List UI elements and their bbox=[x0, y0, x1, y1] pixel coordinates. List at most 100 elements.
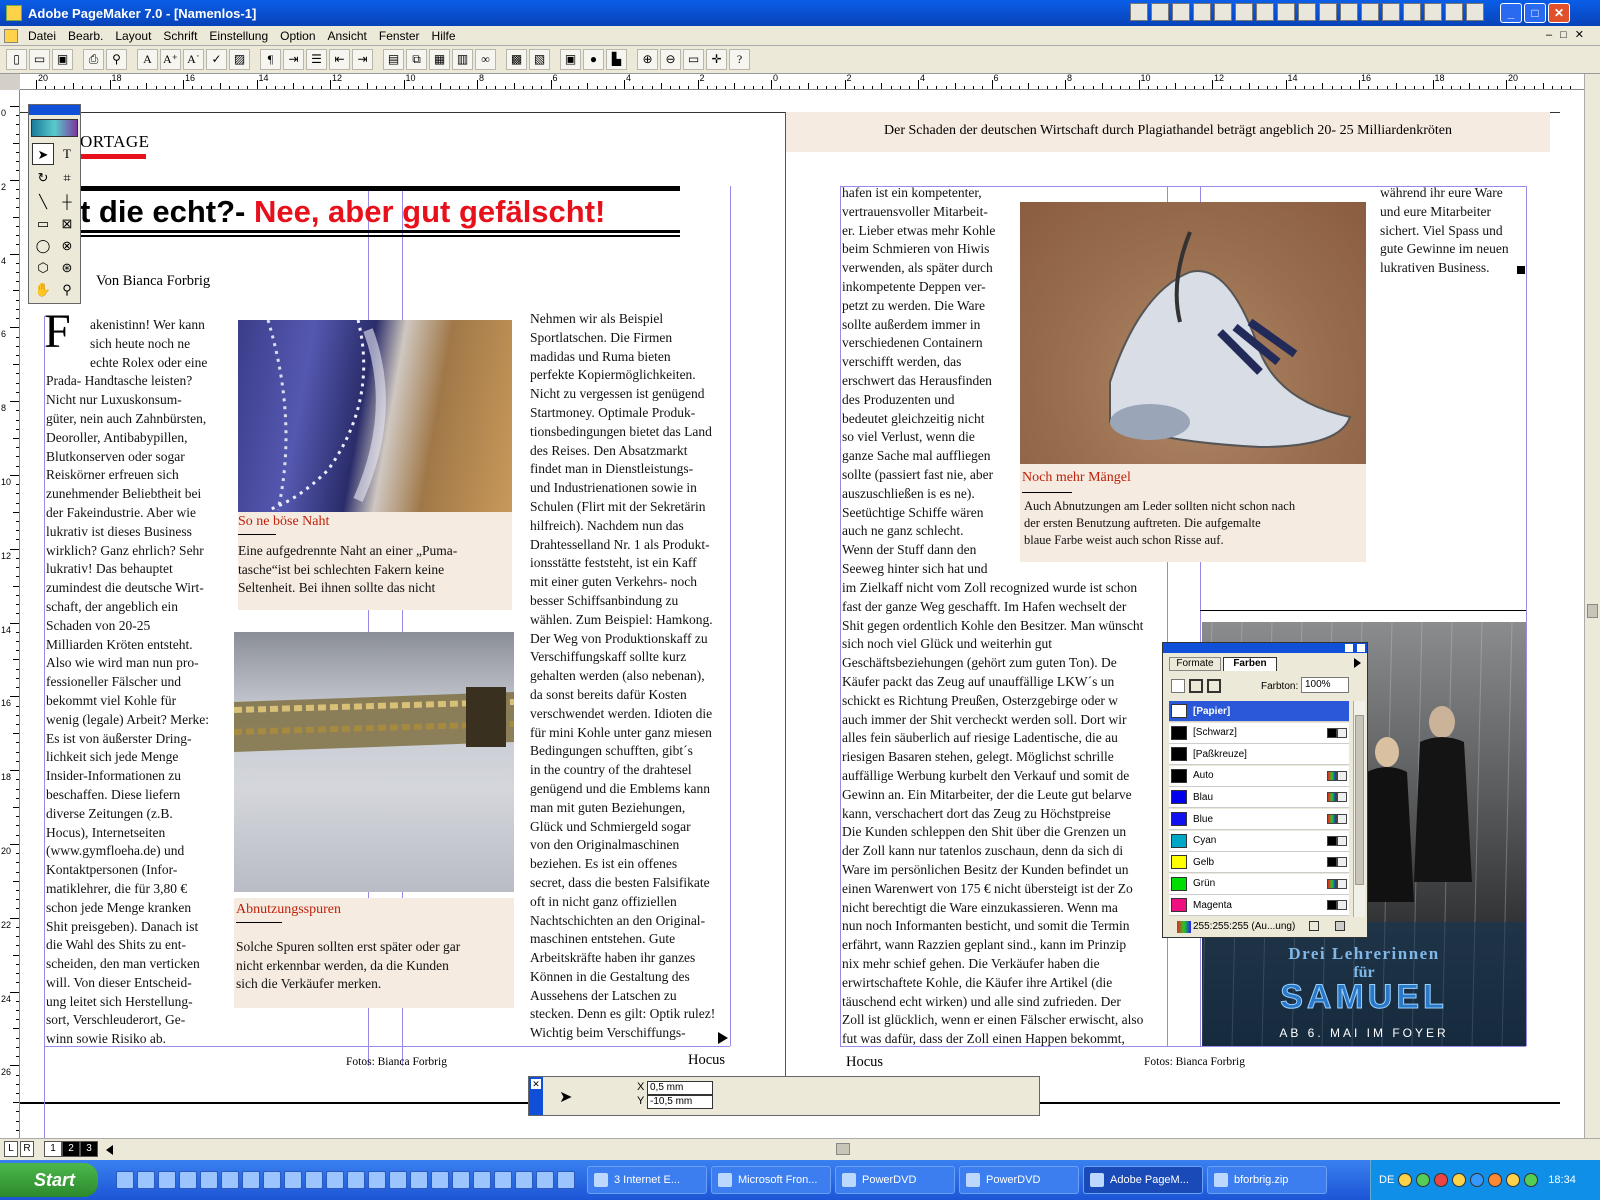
toolbox-titlebar[interactable] bbox=[29, 105, 80, 115]
zoom-out-icon[interactable]: ⊖ bbox=[660, 49, 681, 70]
headline[interactable]: t die echt?- Nee, aber gut gefälscht! bbox=[80, 194, 605, 230]
start-button[interactable]: Start bbox=[0, 1163, 98, 1197]
tint-select[interactable]: 100% bbox=[1301, 677, 1349, 693]
menu-datei[interactable]: Datei bbox=[22, 29, 62, 43]
link-icon[interactable]: ∞ bbox=[475, 49, 496, 70]
palette-menu-arrow-icon[interactable] bbox=[1354, 658, 1361, 668]
text-continue-icon[interactable] bbox=[718, 1032, 728, 1044]
tabs-icon[interactable]: ⇥ bbox=[283, 49, 304, 70]
menu-einstellung[interactable]: Einstellung bbox=[203, 29, 274, 43]
menu-schrift[interactable]: Schrift bbox=[157, 29, 203, 43]
color-item[interactable]: Gelb bbox=[1169, 852, 1349, 874]
task-pagemaker[interactable]: Adobe PageM... bbox=[1083, 1166, 1203, 1194]
section-label[interactable]: ORTAGE bbox=[80, 132, 150, 152]
article-column-1[interactable]: akenistinn! Wer kann sich heute noch ne ec… bbox=[46, 316, 218, 1049]
crop-tool-icon[interactable]: ⌗ bbox=[56, 167, 78, 189]
color-item[interactable]: Magenta bbox=[1169, 895, 1349, 917]
maximize-button[interactable]: □ bbox=[1524, 3, 1546, 23]
tab-colors[interactable]: Farben bbox=[1223, 657, 1277, 671]
polygon-tool-icon[interactable]: ⬡ bbox=[32, 257, 54, 279]
vertical-ruler[interactable]: 0 2 4 6 8 10 12 14 16 18 20 22 24 26 bbox=[0, 90, 20, 1138]
x-position-field[interactable]: 0,5 mm bbox=[647, 1081, 713, 1095]
font-icon[interactable]: A bbox=[137, 49, 158, 70]
stroke-icon[interactable] bbox=[1171, 679, 1185, 693]
caption-3-text[interactable]: Auch Abnutzungen am Leder sollten nicht … bbox=[1024, 498, 1364, 549]
color-list-scrollbar[interactable] bbox=[1353, 701, 1365, 917]
fill-icon[interactable]: ▨ bbox=[229, 49, 250, 70]
color-item[interactable]: Cyan bbox=[1169, 830, 1349, 852]
constrained-line-tool-icon[interactable]: ┼ bbox=[56, 191, 78, 213]
rectangle-frame-tool-icon[interactable]: ⊠ bbox=[56, 213, 78, 235]
save-icon[interactable]: ▣ bbox=[52, 49, 73, 70]
task-powerdvd-1[interactable]: PowerDVD bbox=[835, 1166, 955, 1194]
zoom-tool-icon[interactable]: ⚲ bbox=[56, 279, 78, 301]
photo-bag-seam[interactable] bbox=[238, 320, 512, 512]
spellcheck-icon[interactable]: ✓ bbox=[206, 49, 227, 70]
page-tab-3[interactable]: 3 bbox=[80, 1141, 98, 1157]
article-column-r1[interactable]: hafen ist ein kompetenter, vertrauensvoll… bbox=[842, 184, 1006, 579]
line-tool-icon[interactable]: ╲ bbox=[32, 191, 54, 213]
minimize-button[interactable]: _ bbox=[1500, 3, 1522, 23]
article-column-r1-continued[interactable]: im Zielkaff nicht vom Zoll recognized wu… bbox=[842, 579, 1168, 1049]
vertical-scrollbar[interactable] bbox=[1584, 74, 1600, 1138]
print-icon[interactable]: ⎙ bbox=[83, 49, 104, 70]
task-internet-explorer[interactable]: 3 Internet E... bbox=[587, 1166, 707, 1194]
indent-icon[interactable]: ⇤ bbox=[329, 49, 350, 70]
fill-icon[interactable] bbox=[1189, 679, 1203, 693]
font-size-up-icon[interactable]: A⁺ bbox=[160, 49, 181, 70]
document-window-controls[interactable]: –□✕ bbox=[1546, 28, 1592, 41]
menu-fenster[interactable]: Fenster bbox=[373, 29, 426, 43]
scrollbar-thumb[interactable] bbox=[1355, 715, 1364, 885]
byline[interactable]: Von Bianca Forbrig bbox=[96, 273, 210, 290]
palette-close-icon[interactable] bbox=[1357, 644, 1365, 652]
bullets-icon[interactable]: ☰ bbox=[306, 49, 327, 70]
task-powerdvd-2[interactable]: PowerDVD bbox=[959, 1166, 1079, 1194]
y-position-field[interactable]: -10,5 mm bbox=[647, 1095, 713, 1109]
language-indicator[interactable]: DE bbox=[1379, 1174, 1394, 1186]
color-item[interactable]: Auto bbox=[1169, 765, 1349, 787]
pdf-icon[interactable]: ▙ bbox=[606, 49, 627, 70]
vertical-scroll-thumb[interactable] bbox=[1587, 604, 1598, 618]
color-item[interactable]: Grün bbox=[1169, 873, 1349, 895]
fill-and-stroke-icon[interactable] bbox=[1207, 679, 1221, 693]
pointer-tool-icon[interactable]: ➤ bbox=[32, 143, 54, 165]
rotate-tool-icon[interactable]: ↻ bbox=[32, 167, 54, 189]
actual-size-icon[interactable]: ▭ bbox=[683, 49, 704, 70]
photo-sneakers[interactable] bbox=[1020, 202, 1366, 464]
pasteboard-canvas[interactable]: ORTAGE t die echt?- Nee, aber gut gefäls… bbox=[20, 90, 1584, 1138]
menu-ansicht[interactable]: Ansicht bbox=[322, 29, 373, 43]
fit-page-icon[interactable]: ✛ bbox=[706, 49, 727, 70]
zoom-in-icon[interactable]: ⊕ bbox=[637, 49, 658, 70]
caption-1-title[interactable]: So ne böse Naht bbox=[238, 514, 329, 530]
page-tab-2[interactable]: 2 bbox=[62, 1141, 80, 1157]
page-tab-right-master[interactable]: R bbox=[20, 1141, 34, 1157]
color-item[interactable]: [Schwarz] bbox=[1169, 722, 1349, 744]
rectangle-tool-icon[interactable]: ▭ bbox=[32, 213, 54, 235]
article-column-3[interactable]: Nehmen wir als Beispiel Sportlatschen. Di… bbox=[530, 310, 730, 1043]
menu-bearb[interactable]: Bearb. bbox=[62, 29, 109, 43]
find-icon[interactable]: ⚲ bbox=[106, 49, 127, 70]
color-item[interactable]: Blau bbox=[1169, 787, 1349, 809]
close-button[interactable]: ✕ bbox=[1548, 3, 1570, 23]
caption-2-title[interactable]: Abnutzungsspuren bbox=[236, 902, 341, 918]
trash-icon[interactable] bbox=[1335, 921, 1345, 931]
text-end-handle[interactable] bbox=[1517, 266, 1525, 274]
article-column-r3[interactable]: während ihr eure Ware und eure Mitarbeite… bbox=[1380, 184, 1526, 278]
hand-tool-icon[interactable]: ✋ bbox=[32, 279, 54, 301]
menu-hilfe[interactable]: Hilfe bbox=[426, 29, 462, 43]
font-size-down-icon[interactable]: A˙ bbox=[183, 49, 204, 70]
palette-minimize-icon[interactable] bbox=[1345, 644, 1353, 652]
task-bforbrig-zip[interactable]: bforbrig.zip bbox=[1207, 1166, 1327, 1194]
control-palette-close-icon[interactable]: ✕ bbox=[531, 1079, 541, 1089]
export-icon[interactable]: ▣ bbox=[560, 49, 581, 70]
colors-palette-titlebar[interactable] bbox=[1163, 643, 1367, 653]
page-header-text[interactable]: Der Schaden der deutschen Wirtschaft dur… bbox=[786, 123, 1550, 139]
text-tool-icon[interactable]: T bbox=[56, 143, 78, 165]
new-color-icon[interactable] bbox=[1309, 921, 1319, 931]
outdent-icon[interactable]: ⇥ bbox=[352, 49, 373, 70]
color-item[interactable]: [Paßkreuze] bbox=[1169, 744, 1349, 766]
page-icon[interactable]: ▤ bbox=[383, 49, 404, 70]
scroll-left-arrow-icon[interactable] bbox=[106, 1145, 113, 1155]
open-icon[interactable]: ▭ bbox=[29, 49, 50, 70]
horizontal-scroll-thumb[interactable] bbox=[836, 1143, 850, 1155]
